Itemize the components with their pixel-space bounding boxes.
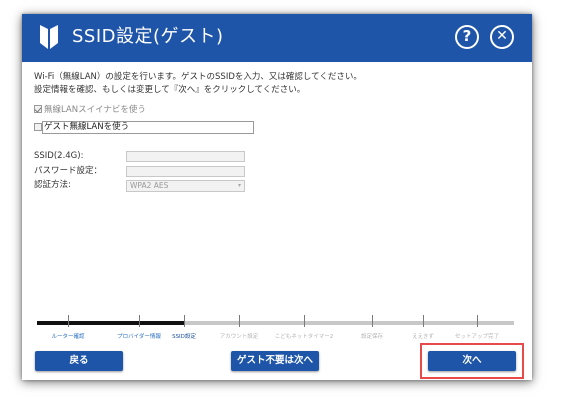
progress-step-label: 設定保存 <box>360 334 384 340</box>
progress-fill <box>37 321 184 325</box>
auth-method-label: 認証方法: <box>34 180 71 190</box>
close-icon[interactable]: ✕ <box>490 25 514 49</box>
progress-step-label: SSID設定 <box>172 334 196 340</box>
next-button[interactable]: 次へ <box>428 351 516 371</box>
chevron-down-icon: ▾ <box>237 182 241 189</box>
use-repeater-label: 無線LANスイイナビを使う <box>44 105 146 115</box>
progress-step-tick <box>239 315 240 327</box>
progress-step-label: プロバイダー情報 <box>117 334 161 340</box>
use-repeater-checkbox <box>34 105 42 113</box>
ssid-field <box>126 151 245 162</box>
auth-method-value: WPA2 AES <box>130 181 169 190</box>
progress-step-tick <box>477 315 478 327</box>
progress-step-tick <box>372 315 373 327</box>
description-line-2: 設定情報を確認、もしくは変更して『次へ』をクリックしてください。 <box>34 85 306 95</box>
progress-step-label: ええきず <box>412 334 434 340</box>
auth-method-select: WPA2 AES ▾ <box>126 180 245 192</box>
use-guest-option[interactable] <box>34 123 44 131</box>
description: Wi-Fi（無線LAN）の設定を行います。ゲストのSSIDを入力、又は確認してく… <box>34 71 514 97</box>
progress-step-label: ルーター確認 <box>51 334 85 340</box>
use-repeater-option: 無線LANスイイナビを使う <box>34 103 146 115</box>
progress-step-tick <box>423 315 424 327</box>
window-title: SSID設定(ゲスト) <box>72 26 224 47</box>
progress-step-tick <box>68 315 69 327</box>
ssid-guest-dialog: SSID設定(ゲスト) ? ✕ Wi-Fi（無線LAN）の設定を行います。ゲスト… <box>22 14 532 380</box>
progress-step-label: セットアップ完了 <box>454 334 500 340</box>
app-logo-icon <box>40 25 58 49</box>
progress-step-tick <box>304 315 305 327</box>
password-field <box>126 166 245 177</box>
title-bar: SSID設定(ゲスト) ? ✕ <box>22 14 532 62</box>
use-guest-label: ゲスト無線LANを使う <box>44 122 130 132</box>
skip-guest-button[interactable]: ゲスト不要は次へ <box>231 351 319 371</box>
password-label: パスワード設定： <box>34 166 103 176</box>
progress-step-label: こどもネットタイマー2 <box>274 334 334 340</box>
progress-step-label: アカウント設定 <box>219 334 259 340</box>
progress-bar <box>37 321 514 325</box>
progress-step-tick <box>139 315 140 327</box>
help-icon[interactable]: ? <box>455 25 479 49</box>
progress-step-tick <box>184 315 185 327</box>
back-button[interactable]: 戻る <box>35 351 123 371</box>
use-guest-checkbox[interactable] <box>34 123 42 131</box>
description-line-1: Wi-Fi（無線LAN）の設定を行います。ゲストのSSIDを入力、又は確認してく… <box>34 72 362 82</box>
ssid-label: SSID(2.4G): <box>34 151 84 161</box>
